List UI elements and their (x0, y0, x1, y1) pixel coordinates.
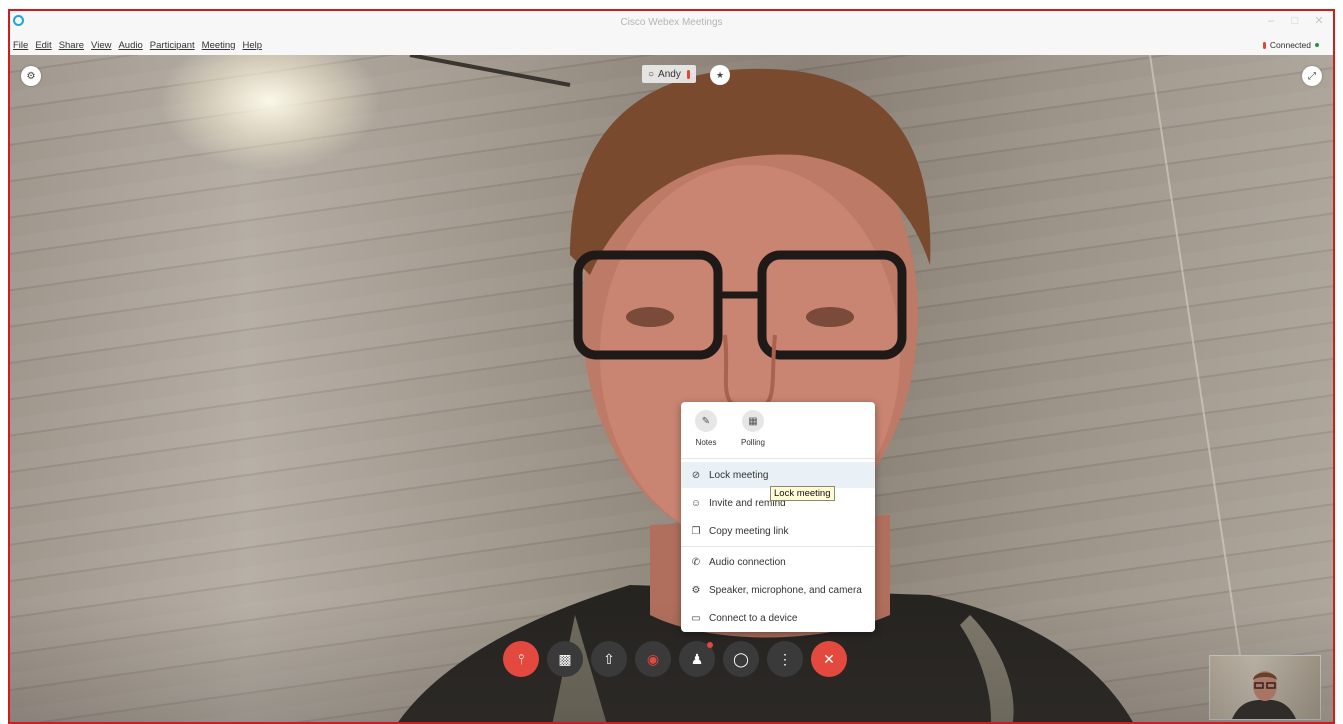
menu-help[interactable]: Help (242, 40, 262, 51)
title-bar: Cisco Webex Meetings – □ ✕ (10, 11, 1333, 35)
more-options-button[interactable]: ⋮ (767, 641, 803, 677)
connection-status[interactable]: Connected (1262, 40, 1319, 50)
maximize-icon[interactable]: □ (1287, 13, 1303, 29)
polling-button[interactable]: ▦ Polling (733, 410, 773, 447)
more-icon: ⋮ (778, 650, 792, 667)
connected-dot-icon (1315, 43, 1319, 47)
polling-label: Polling (740, 438, 765, 447)
share-button[interactable]: ⇧ (591, 641, 627, 677)
speaker-name: Andy (658, 68, 681, 80)
webex-window: Cisco Webex Meetings – □ ✕ File Edit Sha… (8, 9, 1335, 724)
lock-icon: ⊘ (691, 469, 701, 481)
lock-speaker-button[interactable]: ★ (710, 65, 730, 85)
close-window-icon[interactable]: ✕ (1311, 13, 1327, 29)
invite-icon: ☺ (690, 497, 702, 509)
menu-meeting[interactable]: Meeting (202, 40, 236, 51)
menu-bar: File Edit Share View Audio Participant M… (10, 35, 1333, 55)
quick-actions-row: ✎ Notes ▦ Polling (681, 402, 875, 452)
speaker-icon: ○ (648, 68, 655, 80)
polling-icon: ▦ (742, 410, 764, 432)
mic-icon (686, 69, 690, 79)
menu-item-speaker-microphone-camera[interactable]: ⚙ Speaker, microphone, and camera (681, 577, 875, 603)
menu-item-audio-connection[interactable]: ✆ Audio connection (681, 549, 875, 575)
menu-share[interactable]: Share (59, 40, 84, 51)
video-icon: ▩ (558, 650, 572, 667)
menu-item-copy-meeting-link[interactable]: ❐ Copy meeting link (681, 518, 875, 544)
gear-icon: ⚙ (26, 70, 36, 82)
device-icon: ▭ (691, 612, 701, 624)
fullscreen-button[interactable]: ⤢ (1302, 66, 1322, 86)
mic-muted-icon: ⫯ (517, 650, 525, 667)
menu-view[interactable]: View (91, 40, 111, 51)
active-speaker-label: ○ Andy (642, 65, 696, 83)
copy-icon: ❐ (691, 525, 701, 537)
participants-icon: ♟ (690, 650, 704, 667)
close-icon: ✕ (823, 650, 835, 667)
minimize-icon[interactable]: – (1263, 13, 1279, 29)
menu-audio[interactable]: Audio (118, 40, 142, 51)
meeting-controls-bar: ⫯ ▩ ⇧ ◉ ♟ ◯ ⋮ ✕ (503, 641, 847, 677)
menu-item-label: Speaker, microphone, and camera (709, 584, 862, 596)
menu-file[interactable]: File (13, 40, 28, 51)
lock-meeting-tooltip: Lock meeting (770, 486, 835, 501)
menu-divider (681, 458, 875, 459)
window-title: Cisco Webex Meetings (620, 17, 723, 28)
menu-item-lock-meeting[interactable]: ⊘ Lock meeting (681, 462, 875, 488)
notes-label: Notes (695, 438, 717, 447)
leave-meeting-button[interactable]: ✕ (811, 641, 847, 677)
menu-item-label: Audio connection (709, 556, 786, 568)
video-button[interactable]: ▩ (547, 641, 583, 677)
connection-label: Connected (1269, 40, 1311, 50)
window-controls: – □ ✕ (1263, 13, 1327, 29)
menu-item-label: Lock meeting (709, 469, 769, 481)
phone-icon: ✆ (691, 556, 701, 568)
record-icon: ◉ (646, 650, 660, 667)
menu-participant[interactable]: Participant (150, 40, 195, 51)
notes-button[interactable]: ✎ Notes (686, 410, 726, 447)
mute-button[interactable]: ⫯ (503, 641, 539, 677)
record-button[interactable]: ◉ (635, 641, 671, 677)
menu-item-label: Copy meeting link (709, 525, 789, 537)
menu-item-label: Connect to a device (709, 612, 798, 624)
notification-dot (707, 642, 713, 648)
active-speaker-video: ⚙ ⤢ ○ Andy ★ (10, 55, 1333, 722)
participant-video-figure (398, 55, 1241, 722)
notes-icon: ✎ (695, 410, 717, 432)
share-icon: ⇧ (603, 650, 615, 667)
expand-icon: ⤢ (1308, 70, 1316, 82)
pin-icon: ★ (715, 69, 725, 80)
mic-status-icon (1262, 41, 1266, 49)
more-options-menu: ✎ Notes ▦ Polling ⊘ Lock meeting ☺ Invit… (681, 402, 875, 632)
participants-button[interactable]: ♟ (679, 641, 715, 677)
layout-settings-button[interactable]: ⚙ (21, 66, 41, 86)
self-view-figure (1232, 671, 1296, 719)
chat-icon: ◯ (733, 650, 749, 667)
chat-button[interactable]: ◯ (723, 641, 759, 677)
menu-item-connect-to-device[interactable]: ▭ Connect to a device (681, 605, 875, 631)
self-view-thumbnail[interactable] (1209, 655, 1321, 720)
menu-divider (681, 546, 875, 547)
gear-icon: ⚙ (691, 584, 701, 596)
menu-edit[interactable]: Edit (35, 40, 51, 51)
